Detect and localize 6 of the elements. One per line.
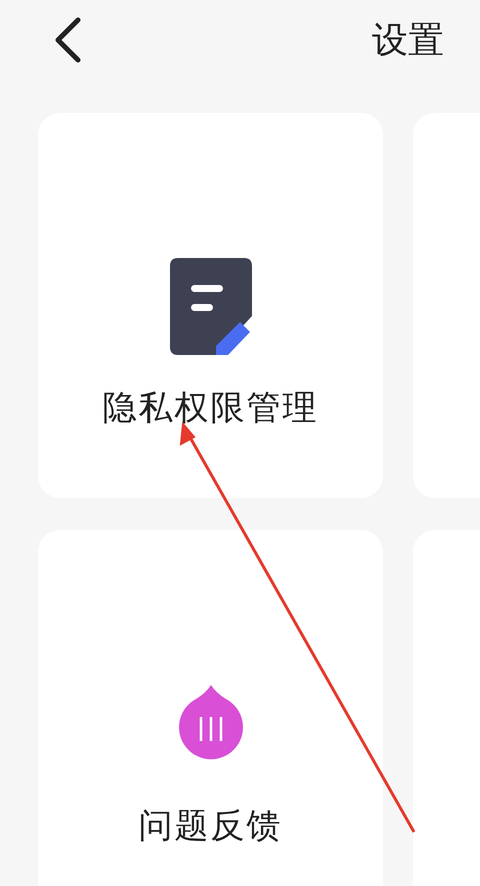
settings-card[interactable]: 隐私权限管理: [38, 113, 383, 498]
page-title: 设置: [372, 18, 444, 62]
card-label: 隐私权限管理: [102, 387, 318, 430]
card-label: 问题反馈: [138, 805, 282, 848]
settings-card[interactable]: 问题反馈: [38, 530, 383, 886]
note-edit-icon: [170, 258, 252, 355]
